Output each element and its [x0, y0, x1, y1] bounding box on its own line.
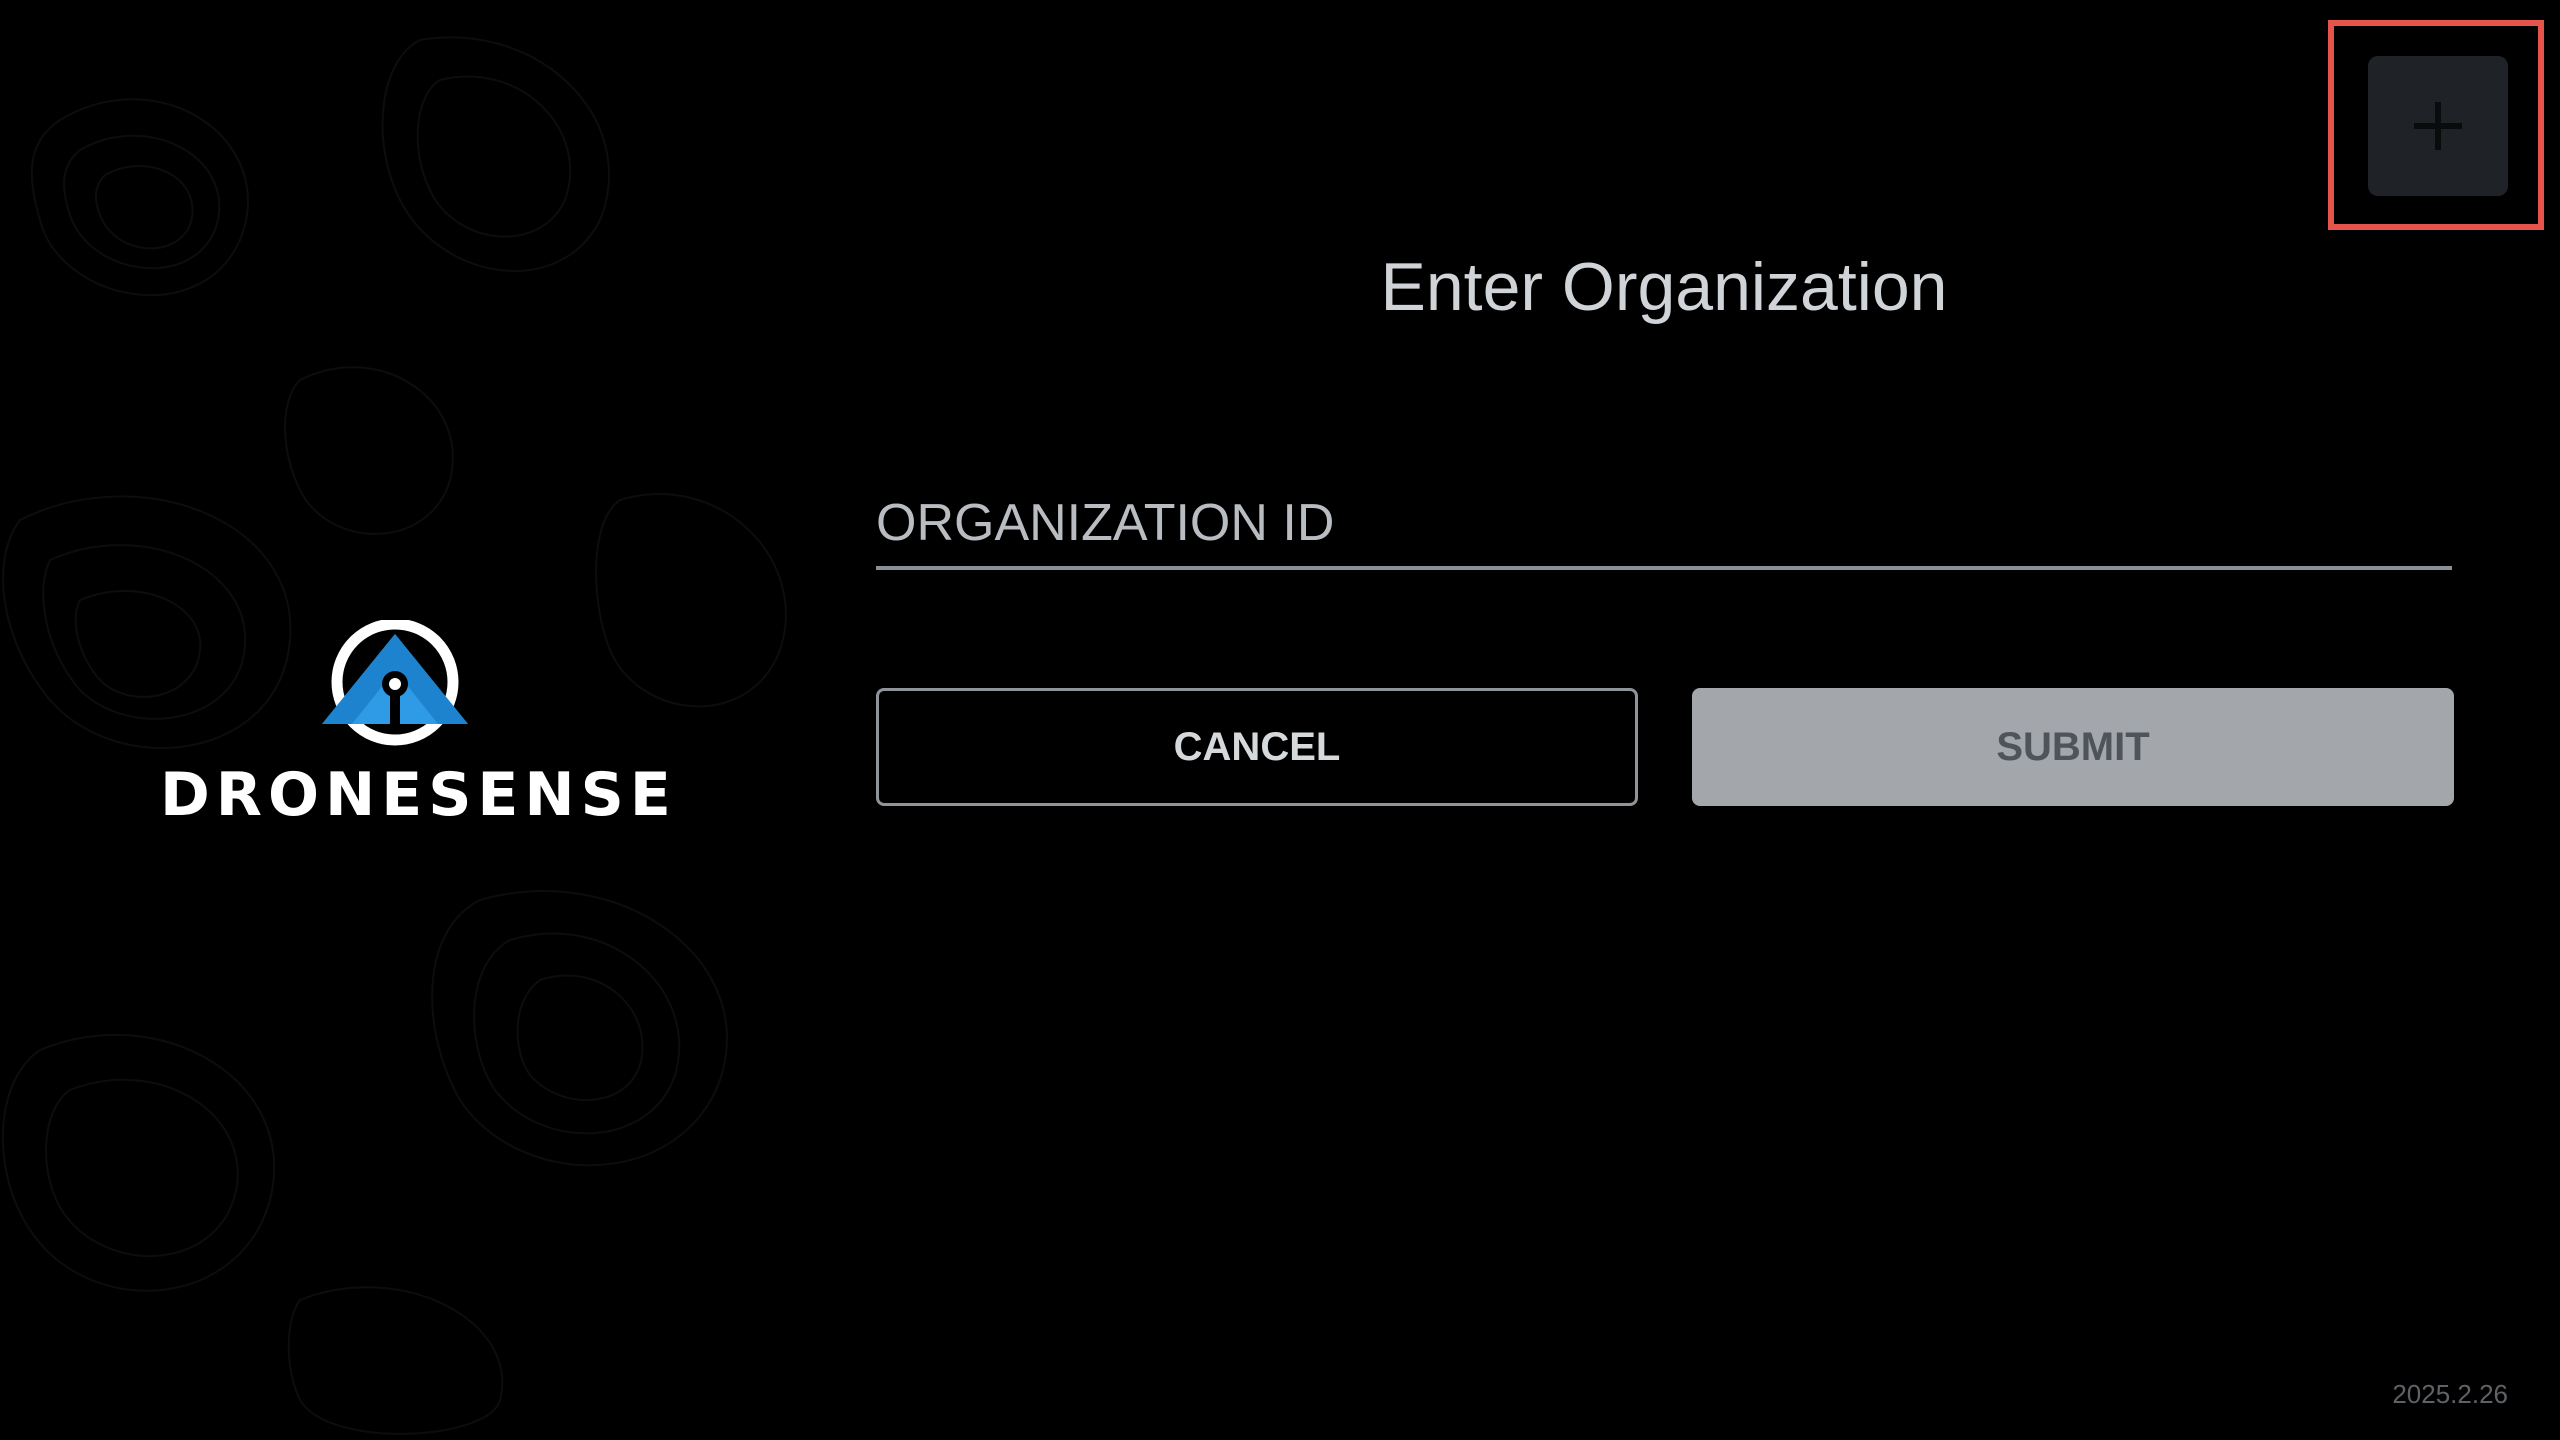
brand-wordmark: DRONESENSE	[160, 760, 677, 830]
organization-id-input[interactable]	[876, 480, 2452, 570]
version-label: 2025.2.26	[2392, 1379, 2508, 1409]
dronesense-logo-icon	[322, 620, 468, 746]
cancel-button[interactable]: CANCEL	[876, 688, 1638, 806]
login-screen: DRONESENSE Enter Organization CANCEL SUB…	[0, 0, 2560, 1440]
submit-button[interactable]: SUBMIT	[1692, 688, 2454, 806]
add-button[interactable]	[2368, 56, 2508, 196]
plus-icon	[2414, 102, 2462, 150]
submit-button-label: SUBMIT	[1996, 724, 2150, 769]
page-title: Enter Organization	[1380, 249, 1948, 325]
cancel-button-label: CANCEL	[1173, 724, 1341, 769]
dronesense-logo: DRONESENSE	[160, 620, 677, 830]
